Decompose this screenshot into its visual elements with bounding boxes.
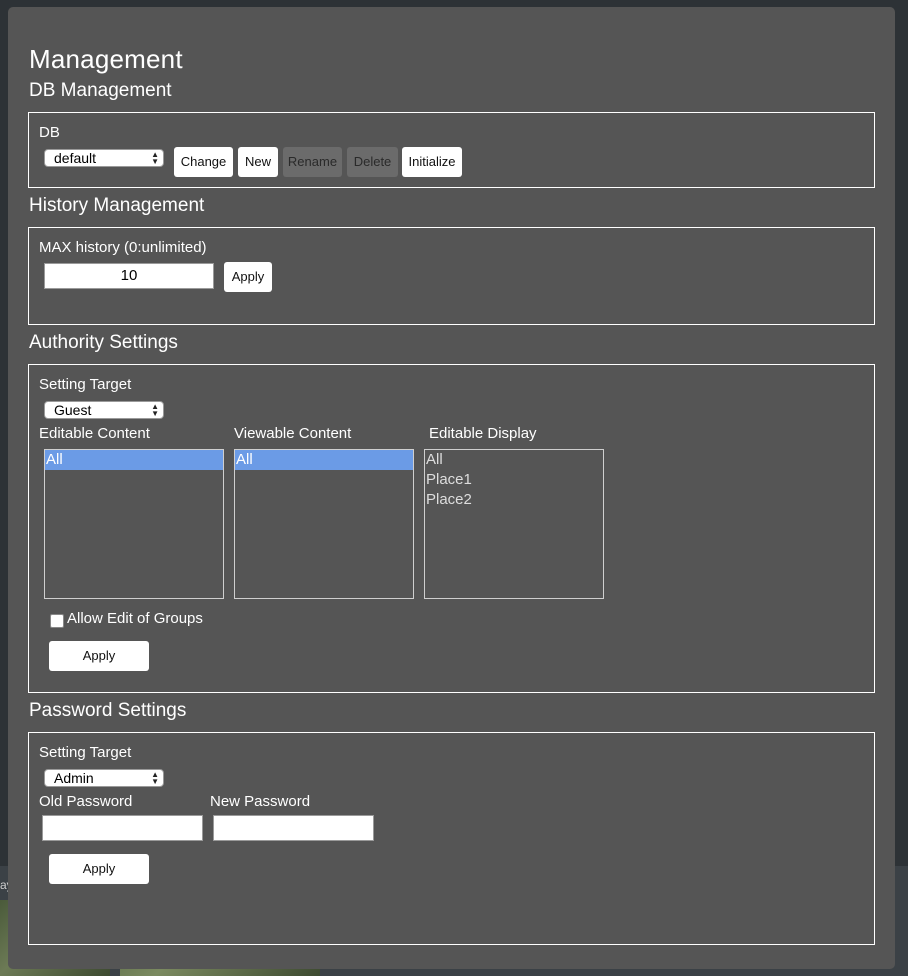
password-settings-heading: Password Settings — [29, 700, 187, 721]
viewable-content-label: Viewable Content — [234, 425, 352, 442]
history-management-panel: MAX history (0:unlimited) 10 Apply — [28, 227, 875, 325]
editable-content-list[interactable]: All — [44, 449, 224, 599]
list-option[interactable]: All — [425, 450, 603, 470]
change-button[interactable]: Change — [174, 147, 233, 177]
list-option[interactable]: Place2 — [425, 490, 603, 510]
db-management-panel: DB default ▲ ▼ Change New Rename Delete I… — [28, 112, 875, 188]
delete-button[interactable]: Delete — [347, 147, 398, 177]
new-password-input[interactable] — [213, 815, 374, 841]
list-option[interactable]: Place1 — [425, 470, 603, 490]
select-arrows-icon: ▲ ▼ — [151, 150, 159, 166]
editable-content-label: Editable Content — [39, 425, 150, 442]
max-history-input[interactable]: 10 — [44, 263, 214, 289]
authority-target-value: Guest — [54, 402, 92, 418]
editable-display-list[interactable]: All Place1 Place2 — [424, 449, 604, 599]
authority-settings-heading: Authority Settings — [29, 332, 178, 353]
authority-target-select[interactable]: Guest ▲ ▼ — [44, 401, 164, 419]
authority-target-label: Setting Target — [39, 376, 132, 393]
editable-display-label: Editable Display — [429, 425, 537, 442]
authority-apply-button[interactable]: Apply — [49, 641, 149, 671]
password-settings-panel: Setting Target Admin ▲ ▼ Old Password New… — [28, 732, 875, 945]
password-apply-button[interactable]: Apply — [49, 854, 149, 884]
rename-button[interactable]: Rename — [283, 147, 342, 177]
db-select-value: default — [54, 150, 97, 166]
old-password-input[interactable] — [42, 815, 203, 841]
authority-settings-panel: Setting Target Guest ▲ ▼ Editable Content… — [28, 364, 875, 693]
allow-edit-groups-label: Allow Edit of Groups — [67, 610, 203, 627]
select-arrows-icon: ▲ ▼ — [151, 402, 159, 418]
password-target-select[interactable]: Admin ▲ ▼ — [44, 769, 164, 787]
max-history-label: MAX history (0:unlimited) — [39, 239, 207, 256]
list-option[interactable]: All — [45, 450, 223, 470]
db-label: DB — [39, 124, 60, 141]
allow-edit-groups-checkbox[interactable] — [50, 614, 64, 628]
initialize-button[interactable]: Initialize — [402, 147, 462, 177]
list-option[interactable]: All — [235, 450, 413, 470]
history-management-heading: History Management — [29, 195, 205, 216]
modal-title: Management — [29, 44, 183, 74]
management-modal: Management DB Management DB default ▲ ▼ C… — [8, 7, 895, 969]
password-target-label: Setting Target — [39, 744, 132, 761]
old-password-label: Old Password — [39, 793, 133, 810]
new-password-label: New Password — [210, 793, 311, 810]
password-target-value: Admin — [54, 770, 94, 786]
history-apply-button[interactable]: Apply — [224, 262, 272, 292]
db-management-heading: DB Management — [29, 80, 172, 101]
select-arrows-icon: ▲ ▼ — [151, 770, 159, 786]
new-button[interactable]: New — [238, 147, 278, 177]
viewable-content-list[interactable]: All — [234, 449, 414, 599]
db-select[interactable]: default ▲ ▼ — [44, 149, 164, 167]
